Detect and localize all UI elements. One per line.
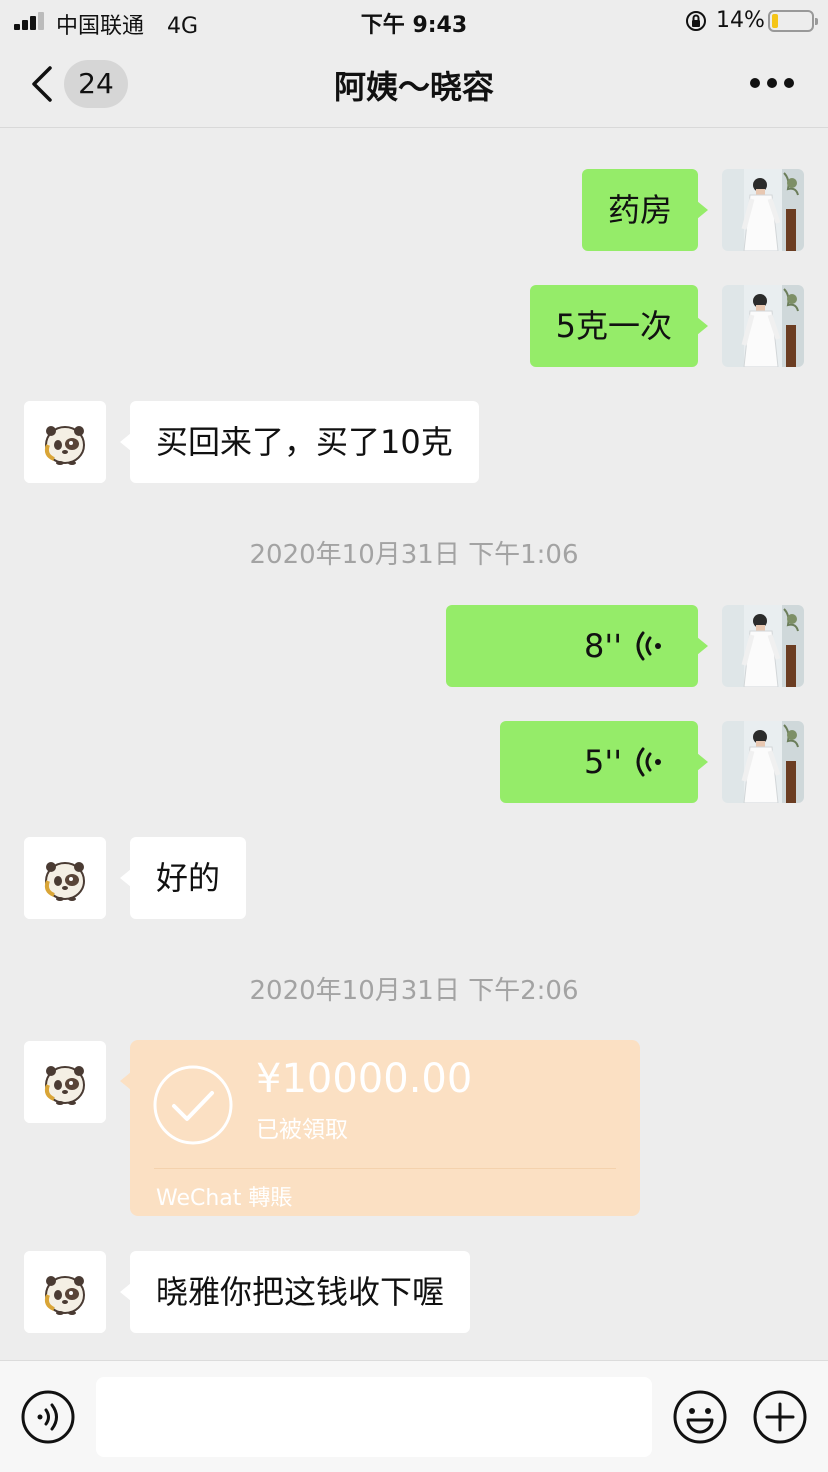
message-input[interactable] (96, 1377, 652, 1457)
check-circle-icon (153, 1065, 233, 1145)
battery-percent: 14% (716, 8, 765, 33)
battery-icon (768, 10, 818, 32)
message-bubble-other[interactable]: 好的 (119, 837, 247, 919)
chat-header: 24 阿姨～晓容 (0, 42, 828, 128)
transfer-status: 已被領取 (256, 1117, 348, 1143)
contact-avatar[interactable] (24, 1251, 106, 1333)
self-avatar[interactable] (722, 169, 804, 251)
voice-message-self[interactable]: 5'' (500, 721, 708, 803)
voice-duration: 8'' (584, 627, 622, 665)
emoji-icon[interactable] (672, 1389, 728, 1445)
voice-duration: 5'' (584, 743, 622, 781)
transfer-amount: ¥10000.00 (256, 1056, 473, 1102)
contact-avatar[interactable] (24, 401, 106, 483)
divider (154, 1168, 616, 1169)
message-timestamp: 2020年10月31日 下午2:06 (249, 976, 579, 1006)
message-bubble-self[interactable]: 药房 (581, 169, 709, 251)
plus-circle-icon[interactable] (752, 1389, 808, 1445)
message-bubble-self[interactable]: 5克一次 (529, 285, 709, 367)
more-icon[interactable] (750, 78, 794, 90)
message-timestamp: 2020年10月31日 下午1:06 (249, 540, 579, 570)
rotation-lock-icon (686, 11, 706, 31)
self-avatar[interactable] (722, 605, 804, 687)
input-bar (0, 1360, 828, 1472)
voice-input-icon[interactable] (20, 1389, 76, 1445)
voice-message-self[interactable]: 8'' (446, 605, 708, 687)
contact-avatar[interactable] (24, 837, 106, 919)
transfer-card[interactable]: ¥10000.00 已被領取 WeChat 轉賬 (120, 1040, 640, 1216)
status-bar: 中国联通 4G 下午 9:43 14% (0, 0, 828, 42)
message-bubble-other[interactable]: 买回来了，买了10克 (120, 401, 479, 483)
contact-avatar[interactable] (24, 1041, 106, 1123)
voice-wave-icon (636, 747, 662, 777)
self-avatar[interactable] (722, 285, 804, 367)
self-avatar[interactable] (722, 721, 804, 803)
chat-title: 阿姨～晓容 (333, 68, 494, 106)
message-bubble-other[interactable]: 晓雅你把这钱收下喔 (119, 1251, 471, 1333)
transfer-brand: WeChat 轉賬 (156, 1186, 293, 1211)
voice-wave-icon (636, 631, 662, 661)
